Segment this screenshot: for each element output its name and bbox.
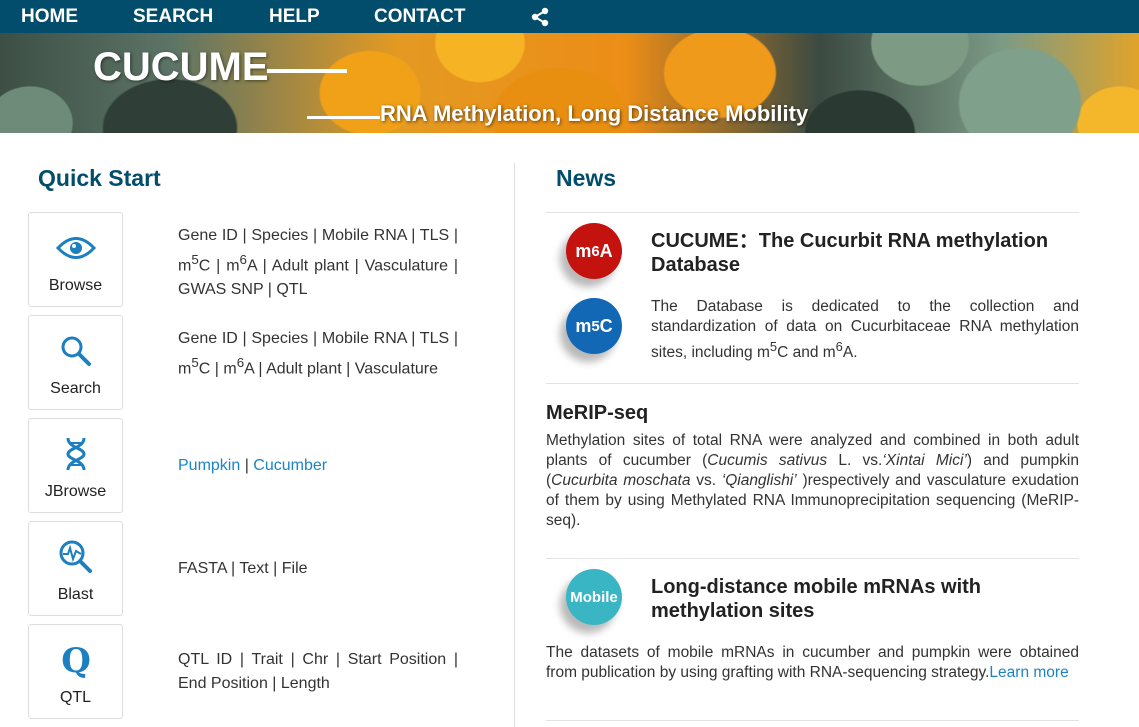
svg-text:Q: Q [61,642,91,678]
jbrowse-label: JBrowse [44,483,107,500]
news-body-mobile: The datasets of mobile mRNAs in cucumber… [546,643,1079,683]
quick-start-title: Quick Start [38,165,161,191]
qtl-description: QTL ID | Trait | Chr | Start Position | … [178,651,458,692]
banner-title: CUCUME [93,45,269,89]
nav-contact[interactable]: CONTACT [374,6,465,28]
eye-icon [55,237,96,259]
news-divider [546,720,1079,721]
cucumber-link[interactable]: Cucumber [253,457,327,474]
search-card[interactable]: Search [28,315,123,410]
news-divider [546,558,1079,559]
browse-label: Browse [48,277,103,294]
mobile-badge: Mobile [566,569,622,625]
pumpkin-link[interactable]: Pumpkin [178,457,240,474]
jbrowse-description: Pumpkin | Cucumber [178,457,328,474]
news-body-merip: Methylation sites of total RNA were anal… [546,432,1080,529]
blast-description: FASTA | Text | File [178,560,308,577]
banner-subtitle: RNA Methylation, Long Distance Mobility [380,101,809,126]
news-heading-merip: MeRIP-seq [546,402,649,424]
news-heading-cucume: CUCUME：The Cucurbit RNA methylation Data… [651,230,1049,276]
m6a-badge: m6A [566,223,622,279]
dna-icon [65,437,86,471]
q-icon: Q [61,642,91,678]
hero-banner: CUCUME RNA Methylation, Long Distance Mo… [0,33,1139,133]
news-body-cucume: The Database is dedicated to the collect… [651,298,1079,362]
news-divider [546,212,1079,213]
top-nav: HOME SEARCH HELP CONTACT [0,0,1139,33]
nav-home[interactable]: HOME [21,6,78,28]
banner-decor-line [307,116,380,119]
m5c-badge: m5C [566,298,622,354]
browse-description: Gene ID | Species | Mobile RNA | TLS | m… [178,227,458,299]
nav-help[interactable]: HELP [269,6,320,28]
qtl-card[interactable]: Q QTL [28,624,123,719]
share-icon[interactable] [530,7,550,27]
browse-card[interactable]: Browse [28,212,123,307]
jbrowse-card[interactable]: JBrowse [28,418,123,513]
news-title: News [556,165,617,191]
qtl-label: QTL [59,689,92,706]
column-divider [514,163,515,727]
blast-card[interactable]: Blast [28,521,123,616]
blast-label: Blast [57,586,94,603]
news-divider [546,383,1079,384]
blast-search-icon [59,540,92,573]
search-label: Search [50,380,101,397]
banner-decor-line [267,69,347,73]
nav-search[interactable]: SEARCH [133,6,213,28]
magnifier-icon [61,336,91,366]
search-description: Gene ID | Species | Mobile RNA | TLS | m… [178,330,458,378]
news-heading-mobile: Long-distance mobile mRNAs with methylat… [651,576,982,622]
learn-more-link[interactable]: Learn more [989,664,1068,681]
